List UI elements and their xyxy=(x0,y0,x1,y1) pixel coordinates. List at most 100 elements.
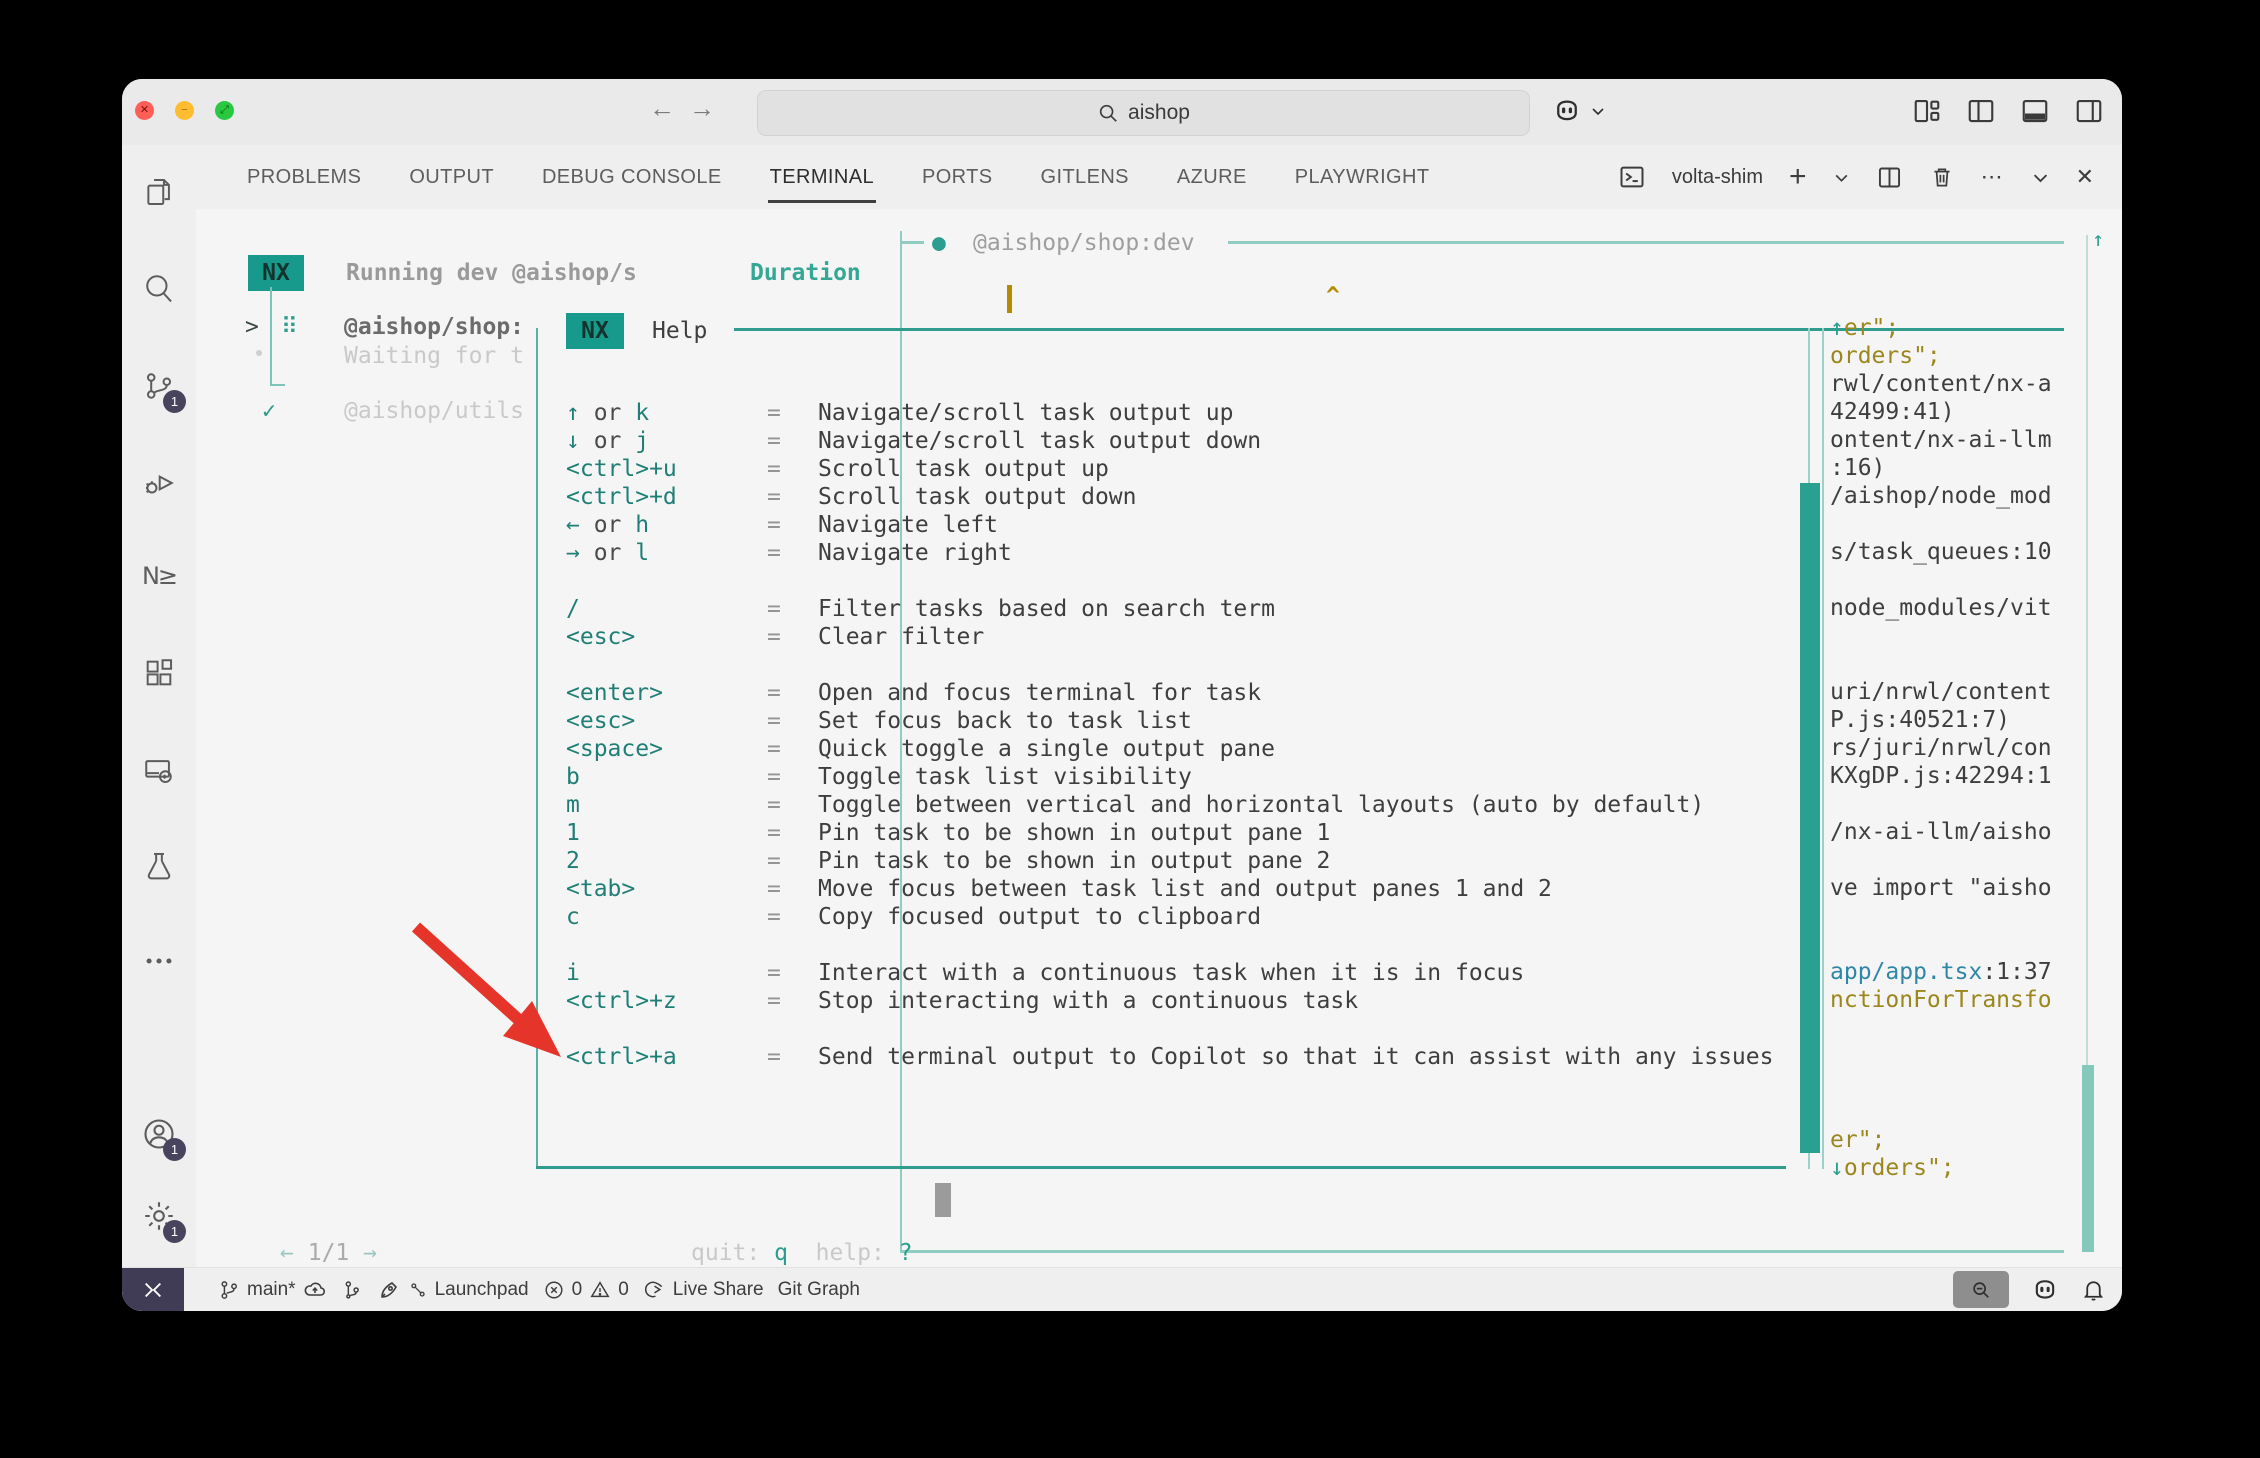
close-panel-button[interactable]: ✕ xyxy=(2076,164,2094,190)
activity-extensions-icon[interactable] xyxy=(122,644,196,702)
git-graph-item[interactable]: Git Graph xyxy=(778,1279,860,1301)
duration-column-label: Duration xyxy=(750,259,861,287)
clipped-output-line: 42499:41) xyxy=(1830,398,2052,426)
terminal-icon xyxy=(1618,163,1646,191)
prompt-caret: ^ xyxy=(1326,282,1340,310)
zoom-window-button[interactable]: ⤢ xyxy=(215,101,234,120)
help-shortcut-row: 1=Pin task to be shown in output pane 1 xyxy=(566,819,1773,847)
toggle-secondary-sidebar-icon[interactable] xyxy=(2074,96,2104,126)
activity-remote-explorer-icon[interactable] xyxy=(122,742,196,800)
live-share-label: Live Share xyxy=(673,1279,764,1301)
remote-indicator-button[interactable] xyxy=(122,1268,184,1311)
activity-search-icon[interactable] xyxy=(122,259,196,317)
activity-source-control-icon[interactable]: 1 xyxy=(122,357,196,415)
right-scroll-thumb[interactable] xyxy=(2082,1065,2094,1252)
problems-item[interactable]: 0 0 xyxy=(543,1279,629,1301)
clipped-output-line: s/task_queues:10 xyxy=(1830,538,2052,566)
help-shortcut-row: <ctrl>+u=Scroll task output up xyxy=(566,455,1773,483)
clipped-output-line xyxy=(1830,510,2052,538)
clipped-output-line: rs/juri/nrwl/con xyxy=(1830,734,2052,762)
git-branch-item[interactable]: main* xyxy=(218,1278,327,1302)
help-shortcut-row: ↑ or k=Navigate/scroll task output up xyxy=(566,399,1773,427)
new-terminal-button[interactable]: + xyxy=(1789,160,1807,194)
zoom-status-button[interactable] xyxy=(1953,1271,2009,1308)
activity-testing-icon[interactable] xyxy=(122,837,196,895)
git-branch-icon xyxy=(218,1279,240,1301)
toggle-panel-icon[interactable] xyxy=(2020,96,2050,126)
notifications-bell-icon[interactable] xyxy=(2081,1277,2106,1302)
search-value: aishop xyxy=(1128,101,1190,125)
tab-ports[interactable]: PORTS xyxy=(920,152,995,203)
git-graph-label: Git Graph xyxy=(778,1279,860,1301)
tab-output[interactable]: OUTPUT xyxy=(407,152,496,203)
activity-accounts-icon[interactable]: 1 xyxy=(122,1105,196,1163)
launch-config-icon xyxy=(408,1280,428,1300)
activity-explorer-icon[interactable] xyxy=(122,163,196,221)
nav-back-button[interactable]: ← xyxy=(649,93,675,124)
clipped-output-line: :16) xyxy=(1830,454,2052,482)
title-bar: ✕ − ⤢ ← → aishop xyxy=(122,79,2122,145)
clipped-output-line: ↑er"; xyxy=(1830,314,2052,342)
active-terminal-name[interactable]: volta-shim xyxy=(1672,166,1763,189)
help-right-border-b xyxy=(1822,328,1824,1169)
help-shortcut-row: <enter>=Open and focus terminal for task xyxy=(566,679,1773,707)
more-actions-button[interactable]: ⋯ xyxy=(1981,164,2005,190)
terminal-viewport[interactable]: NX Running dev @aishop/s Duration > ⠿ @a… xyxy=(196,209,2122,1268)
help-shortcut-row: <tab>=Move focus between task list and o… xyxy=(566,875,1773,903)
help-bottom-border xyxy=(536,1166,1786,1169)
task-label-done[interactable]: @aishop/utils xyxy=(344,397,524,425)
clipped-output-line: er"; xyxy=(1830,1126,2052,1154)
help-shortcut-row: m=Toggle between vertical and horizontal… xyxy=(566,791,1773,819)
tab-gitlens[interactable]: GITLENS xyxy=(1039,152,1131,203)
clipped-output-line: KXgDP.js:42294:1 xyxy=(1830,762,2052,790)
copilot-status-icon[interactable] xyxy=(2031,1276,2059,1304)
tab-playwright[interactable]: PLAYWRIGHT xyxy=(1293,152,1432,203)
status-bar: main* Launchpad xyxy=(122,1267,2122,1311)
split-terminal-button[interactable] xyxy=(1876,164,1903,191)
live-share-item[interactable]: Live Share xyxy=(643,1278,764,1301)
tab-problems[interactable]: PROBLEMS xyxy=(245,152,363,203)
nx-badge: NX xyxy=(248,255,304,291)
activity-settings-icon[interactable]: 1 xyxy=(122,1187,196,1245)
scroll-up-arrow: ↑ xyxy=(2092,225,2104,253)
help-scrollbar-thumb[interactable] xyxy=(1800,483,1820,1153)
help-shortcut-row: <space>=Quick toggle a single output pan… xyxy=(566,735,1773,763)
minimize-window-button[interactable]: − xyxy=(175,101,194,120)
hide-panel-chevron-button[interactable] xyxy=(2031,168,2050,187)
customize-layout-icon[interactable] xyxy=(1912,96,1942,126)
clipped-output-line: nctionForTransfo xyxy=(1830,986,2052,1014)
clipped-output-line xyxy=(1830,1014,2052,1042)
help-blank-row xyxy=(566,1015,1773,1043)
warnings-icon xyxy=(589,1279,611,1301)
clipped-output-line xyxy=(1830,1098,2052,1126)
clipped-output-line: ve import "aisho xyxy=(1830,874,2052,902)
help-nx-badge: NX xyxy=(566,313,624,349)
kill-terminal-button[interactable] xyxy=(1929,164,1955,190)
activity-more-icon[interactable] xyxy=(122,932,196,990)
task-label[interactable]: @aishop/shop: xyxy=(344,313,524,341)
tab-debug-console[interactable]: DEBUG CONSOLE xyxy=(540,152,724,203)
pane-title: @aishop/shop:dev xyxy=(973,229,1195,257)
task-pager[interactable]: ← 1/1 → xyxy=(280,1239,377,1267)
activity-settings-badge: 1 xyxy=(163,1220,186,1243)
launchpad-item[interactable]: Launchpad xyxy=(377,1278,529,1302)
tab-azure[interactable]: AZURE xyxy=(1175,152,1249,203)
help-shortcut-row: i=Interact with a continuous task when i… xyxy=(566,959,1773,987)
panel-actions: volta-shim + ⋯ ✕ xyxy=(1618,160,2122,194)
toggle-primary-sidebar-icon[interactable] xyxy=(1966,96,1996,126)
activity-run-and-debug-icon[interactable] xyxy=(122,454,196,512)
pipeline-item[interactable] xyxy=(341,1279,363,1301)
tab-terminal[interactable]: TERMINAL xyxy=(768,152,876,203)
close-window-button[interactable]: ✕ xyxy=(135,101,154,120)
clipped-output-line: ↓orders"; xyxy=(1830,1154,2052,1182)
errors-icon xyxy=(543,1279,565,1301)
activity-nx-console-icon[interactable]: N≥ xyxy=(122,547,196,605)
help-blank-row xyxy=(566,567,1773,595)
pane-scrollbar-thumb[interactable] xyxy=(935,1183,951,1217)
clipped-output-column: ↑er";orders";rwl/content/nx-a42499:41)on… xyxy=(1830,314,2052,1182)
nav-forward-button[interactable]: → xyxy=(689,93,715,124)
copilot-menu[interactable] xyxy=(1552,96,1606,126)
command-center-search[interactable]: aishop xyxy=(757,90,1530,136)
pane-running-dot: ● xyxy=(932,229,946,257)
terminal-launch-chevron-icon[interactable] xyxy=(1833,169,1850,186)
